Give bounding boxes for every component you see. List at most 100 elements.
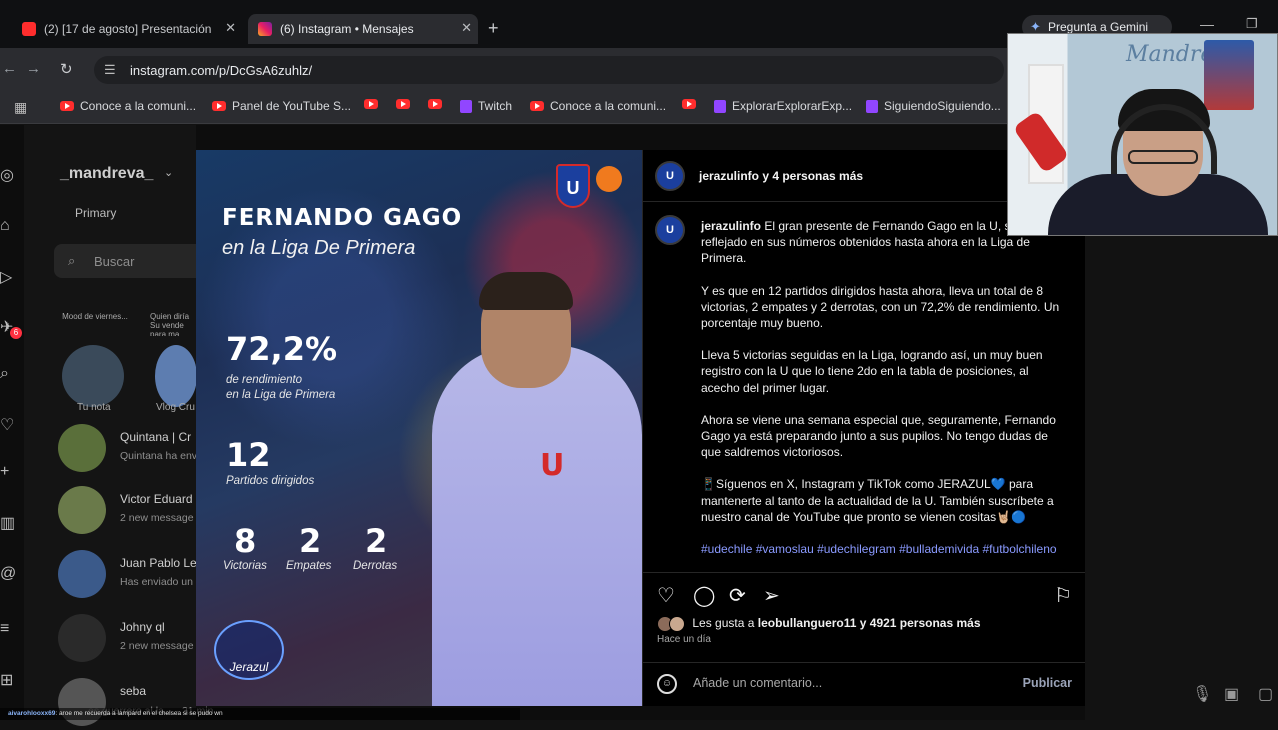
coach-hair xyxy=(479,272,573,310)
likes-summary[interactable]: Les gusta a leobullanguero11 y 4921 pers… xyxy=(657,616,981,632)
bookmark-item[interactable] xyxy=(682,99,702,109)
chat-item[interactable]: Johny ql 2 new message xyxy=(58,614,198,666)
note-avatar[interactable] xyxy=(155,345,197,407)
avatar xyxy=(58,424,106,472)
home-icon[interactable]: ⌂ xyxy=(0,217,10,235)
dashboard-icon[interactable]: ▥ xyxy=(0,513,15,533)
stream-chat-ticker: aivarohlooxx69: aroe me recuerda a lampa… xyxy=(0,708,520,720)
bookmark-label: Conoce a la comuni... xyxy=(80,99,197,113)
url-text: instagram.com/p/DcGsA6zuhlz/ xyxy=(130,62,313,78)
create-icon[interactable]: + xyxy=(0,463,9,481)
bookmark-item[interactable]: Conoce a la comuni... xyxy=(530,99,666,113)
apps-grid-icon[interactable]: ▦ xyxy=(14,99,27,116)
youtube-icon xyxy=(364,99,378,109)
stat-label: de rendimiento en la Liga de Primera xyxy=(226,374,336,401)
bookmark-label: SiguiendoSiguiendo... xyxy=(884,99,1001,113)
likes-text: leobullanguero11 y 4921 personas más xyxy=(757,616,981,631)
instagram-nav-rail: ◎ ⌂ ▷ ✈ 6 ⌕ ♡ + ▥ @ ≡ ⊞ xyxy=(0,125,24,720)
dm-search-input[interactable]: ⌕ Buscar xyxy=(54,244,204,278)
stat-value: 12 xyxy=(226,436,271,474)
bookmark-item[interactable]: Panel de YouTube S... xyxy=(212,99,351,113)
image-title: FERNANDO GAGO xyxy=(222,205,463,231)
avatar xyxy=(58,550,106,598)
caption-author[interactable]: jerazulinfo xyxy=(701,219,761,233)
bookmark-item[interactable] xyxy=(364,99,384,109)
collab-authors[interactable]: jerazulinfo y 4 personas más xyxy=(699,169,863,183)
more-icon[interactable]: ⊞ xyxy=(0,670,13,690)
bookmark-item[interactable]: SiguiendoSiguiendo... xyxy=(866,99,1001,113)
youtube-icon xyxy=(682,99,696,109)
twitch-icon xyxy=(866,99,878,113)
chat-name: Juan Pablo Le xyxy=(120,556,197,570)
chat-item[interactable]: Quintana | Cr Quintana ha env xyxy=(58,424,198,476)
twitch-icon xyxy=(460,99,472,113)
chevron-down-icon[interactable]: ⌄ xyxy=(164,166,173,179)
tab-youtube-presentacion[interactable]: (2) [17 de agosto] Presentación ✕ xyxy=(22,14,242,44)
chat-item[interactable]: Juan Pablo Le Has enviado un xyxy=(58,550,198,602)
search-icon[interactable]: ⌕ xyxy=(0,365,9,383)
comment-input[interactable]: Añade un comentario... xyxy=(693,676,822,690)
restore-icon[interactable]: ❐ xyxy=(1246,16,1258,32)
tab-primary[interactable]: Primary xyxy=(75,206,116,220)
bookmark-item[interactable] xyxy=(428,99,448,109)
back-icon[interactable]: ← xyxy=(2,60,17,77)
threads-icon[interactable]: @ xyxy=(0,565,16,583)
bookmark-item[interactable] xyxy=(396,99,416,109)
instagram-logo-icon[interactable]: ◎ xyxy=(0,165,14,185)
emoji-icon[interactable]: ☺ xyxy=(657,674,677,694)
bookmark-item[interactable]: Twitch xyxy=(460,99,512,113)
my-note-avatar[interactable] xyxy=(62,345,124,407)
chat-item[interactable]: seba es guerrero al la... · 31 min xyxy=(58,678,213,730)
chat-item[interactable]: Victor Eduard 2 new message xyxy=(58,486,198,538)
bookmark-label: Twitch xyxy=(478,99,513,113)
record-label: Empates xyxy=(286,560,332,572)
close-tab-icon[interactable]: ✕ xyxy=(225,20,236,36)
caption-paragraph: 📱Síguenos en X, Instagram y TikTok como … xyxy=(701,477,1054,524)
udechile-jacket-logo: U xyxy=(540,448,565,483)
tab-instagram-mensajes[interactable]: (6) Instagram • Mensajes ✕ xyxy=(248,14,478,44)
bookmark-item[interactable]: Conoce a la comuni... xyxy=(60,99,196,113)
new-tab-button[interactable]: + xyxy=(488,18,499,39)
league-logo-icon xyxy=(596,166,622,192)
hashtags[interactable]: #udechile #vamoslau #udechilegram #bulla… xyxy=(701,541,1061,557)
search-placeholder: Buscar xyxy=(94,254,135,269)
stat-label: Partidos dirigidos xyxy=(226,475,315,487)
note-label: Vlog Cru xyxy=(156,402,195,413)
notifications-icon[interactable]: ♡ xyxy=(0,415,14,435)
image-icon[interactable]: ▣ xyxy=(1224,684,1239,704)
tab-label: (2) [17 de agosto] Presentación xyxy=(44,22,212,36)
forward-icon[interactable]: → xyxy=(26,60,41,77)
publish-button[interactable]: Publicar xyxy=(1023,676,1072,690)
instagram-icon xyxy=(258,22,272,36)
post-image[interactable]: U U FERNANDO GAGO en la Liga De Primera … xyxy=(196,150,642,706)
chat-preview: Has enviado un xyxy=(120,576,193,588)
udechile-crest-icon: U xyxy=(556,164,590,208)
chat-preview: 2 new message xyxy=(120,640,194,652)
menu-icon[interactable]: ≡ xyxy=(0,620,9,638)
sticker-icon[interactable]: ▢ xyxy=(1258,684,1273,704)
site-settings-icon[interactable]: ☰ xyxy=(104,62,116,78)
likes-prefix: Les gusta a xyxy=(692,616,755,631)
avatar xyxy=(58,614,106,662)
bookmark-item[interactable]: ExplorarExplorarExp... xyxy=(714,99,852,113)
record-value: 8 xyxy=(234,522,257,560)
author-avatar[interactable]: U xyxy=(655,161,685,191)
jerazul-watermark: Jerazul xyxy=(214,620,284,680)
reels-icon[interactable]: ▷ xyxy=(0,267,12,287)
chat-preview: 2 new message xyxy=(120,512,194,524)
address-bar[interactable]: ☰ instagram.com/p/DcGsA6zuhlz/ xyxy=(94,56,1004,84)
caption-paragraph: Y es que en 12 partidos dirigidos hasta … xyxy=(701,283,1060,331)
account-username[interactable]: _mandreva_ xyxy=(60,165,153,183)
comment-icon[interactable]: ◯ xyxy=(693,583,715,608)
coach-jacket xyxy=(432,345,642,706)
minimize-icon[interactable]: — xyxy=(1200,16,1214,32)
save-icon[interactable]: ⚐ xyxy=(1054,583,1072,608)
caption-avatar[interactable]: U xyxy=(655,215,685,245)
repost-icon[interactable]: ⟳ xyxy=(729,583,746,608)
close-tab-icon[interactable]: ✕ xyxy=(461,20,472,36)
like-icon[interactable]: ♡ xyxy=(657,583,675,608)
microphone-icon[interactable]: 🎙 xyxy=(1192,684,1212,704)
share-icon[interactable]: ➢ xyxy=(763,583,780,608)
reload-icon[interactable]: ↻ xyxy=(60,60,73,78)
chat-preview: Quintana ha env xyxy=(120,450,198,462)
